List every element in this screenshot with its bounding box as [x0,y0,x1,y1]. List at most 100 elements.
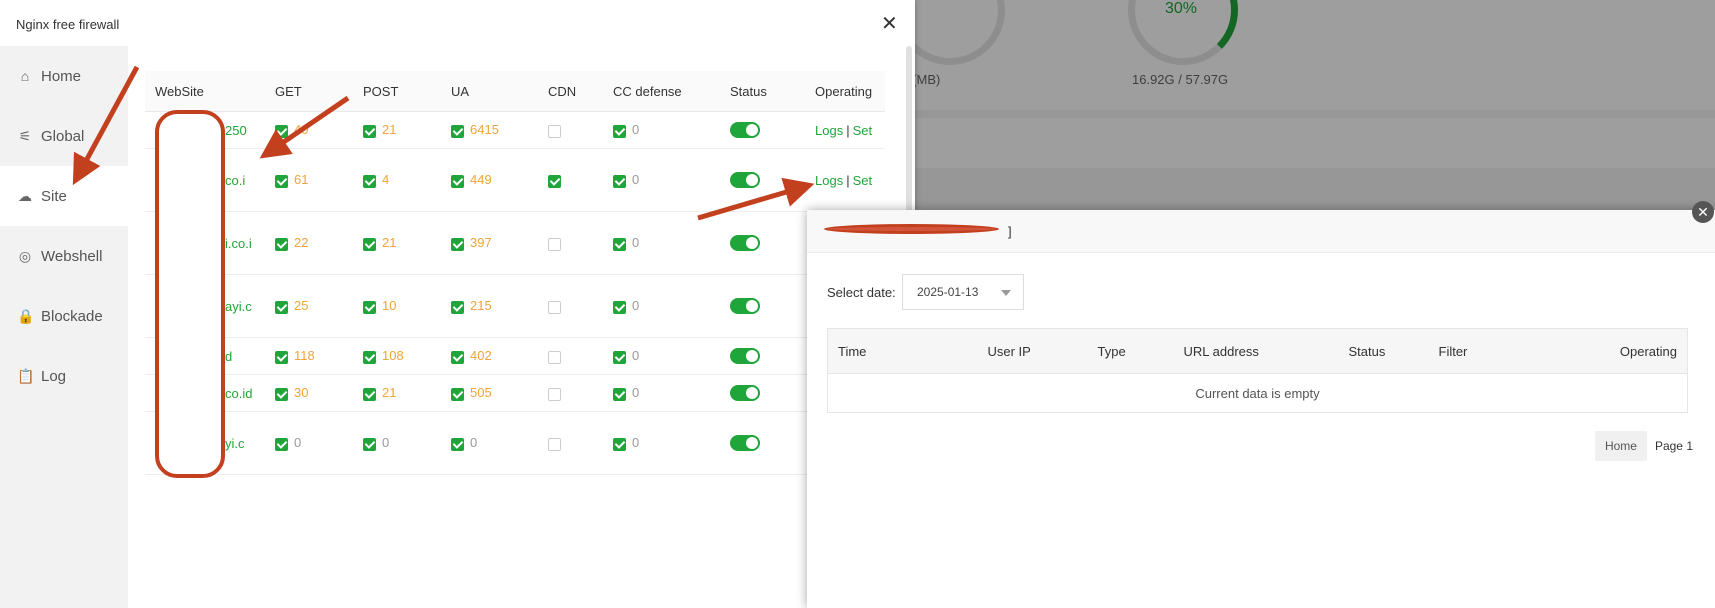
nav-item-site[interactable]: ☁ Site [0,166,128,226]
column-header: CDN [538,71,603,112]
checkbox[interactable] [451,350,464,364]
column-header: Operating [805,71,885,112]
logs-link[interactable]: Logs [815,123,843,138]
checkbox[interactable] [363,124,376,138]
table-header-row: WebSite GET POST UA CDN CC defense Statu… [145,71,885,112]
nav-label: Global [41,127,85,145]
checkbox[interactable] [275,437,288,451]
status-toggle[interactable] [730,122,760,139]
nav-label: Log [41,367,67,385]
cdn-checkbox[interactable] [548,350,561,364]
checkbox[interactable] [363,237,376,251]
nav-label: Home [41,67,82,85]
checkbox[interactable] [363,437,376,451]
home-icon: ⌂ [20,68,30,84]
nav-label: Webshell [41,247,103,265]
checkbox[interactable] [363,350,376,364]
set-link[interactable]: Set [853,123,873,138]
count-value: 0 [632,385,640,401]
cloud-icon: ☁ [18,187,32,204]
separator: | [846,172,850,188]
checkbox[interactable] [613,237,626,251]
sliders-icon: ⚟ [18,127,32,144]
dialog-title: Nginx free firewall [16,17,120,32]
logs-link[interactable]: Logs [815,173,843,188]
status-toggle[interactable] [730,385,760,402]
count-value: 215 [470,298,492,314]
pagination: Home Page 1 [1594,431,1693,461]
logs-close-icon[interactable]: ✕ [1692,201,1714,223]
count-value: 40 [294,122,309,138]
status-toggle[interactable] [730,435,760,452]
checkbox[interactable] [275,300,288,314]
nav-item-blockade[interactable]: 🔒 Blockade [0,286,128,346]
nav-item-home[interactable]: ⌂ Home [0,46,128,106]
empty-message: Current data is empty [1195,385,1320,401]
cdn-checkbox[interactable] [548,174,561,188]
checkbox[interactable] [451,237,464,251]
status-toggle[interactable] [730,172,760,189]
checkbox[interactable] [613,387,626,401]
firewall-sidebar: ⌂ Home ⚟ Global ☁ Site ◎ Webshell 🔒 Bloc… [0,46,128,608]
checkbox[interactable] [275,124,288,138]
set-link[interactable]: Set [853,173,873,188]
column-header: URL address [1173,328,1339,374]
close-icon[interactable]: ✕ [881,14,898,34]
checkbox[interactable] [451,437,464,451]
checkbox[interactable] [275,387,288,401]
count-value: 25 [294,298,309,314]
nav-item-webshell[interactable]: ◎ Webshell [0,226,128,286]
nav-item-global[interactable]: ⚟ Global [0,106,128,166]
count-value: 0 [632,172,640,188]
column-header: POST [353,71,441,112]
checkbox[interactable] [613,437,626,451]
checkbox[interactable] [275,174,288,188]
count-value: 0 [294,435,302,451]
log-header-row: Time User IP Type URL address Status Fil… [827,328,1688,374]
column-header: GET [265,71,353,112]
count-value: 0 [632,435,640,451]
checkbox[interactable] [363,387,376,401]
table-row: ayi.c 25 10 215 0 [145,274,885,338]
cdn-checkbox[interactable] [548,237,561,251]
clipboard-icon: 📋 [17,367,35,384]
checkbox[interactable] [451,124,464,138]
checkbox[interactable] [275,350,288,364]
pager-home-button[interactable]: Home [1594,431,1647,461]
count-value: 4 [382,172,390,188]
date-select[interactable]: 2025-01-13 [902,274,1024,310]
count-value: 0 [382,435,390,451]
cdn-checkbox[interactable] [548,437,561,451]
checkbox[interactable] [613,350,626,364]
checkbox[interactable] [451,174,464,188]
table-row: co.id 30 21 505 0 [145,374,885,412]
nav-label: Blockade [41,307,103,325]
checkbox[interactable] [275,237,288,251]
checkbox[interactable] [613,124,626,138]
title-redaction [824,224,999,234]
checkbox[interactable] [613,174,626,188]
table-row: i.co.i 22 21 397 0 [145,211,885,275]
cdn-checkbox[interactable] [548,300,561,314]
nav-item-log[interactable]: 📋 Log [0,346,128,406]
table-row: d 118 108 402 0 [145,337,885,375]
column-header: Operating [1548,328,1688,374]
status-toggle[interactable] [730,298,760,315]
count-value: 402 [470,348,492,364]
log-table: Time User IP Type URL address Status Fil… [827,328,1688,413]
empty-row: Current data is empty [828,374,1688,413]
count-value: 22 [294,235,309,251]
count-value: 0 [632,235,640,251]
status-toggle[interactable] [730,348,760,365]
checkbox[interactable] [451,387,464,401]
cdn-checkbox[interactable] [548,387,561,401]
checkbox[interactable] [363,174,376,188]
checkbox[interactable] [451,300,464,314]
column-header: Filter [1428,328,1549,374]
checkbox[interactable] [613,300,626,314]
table-row: 250 40 21 6415 0 Logs | Set [145,111,885,149]
checkbox[interactable] [363,300,376,314]
redaction-block [155,110,225,478]
cdn-checkbox[interactable] [548,124,561,138]
status-toggle[interactable] [730,235,760,252]
